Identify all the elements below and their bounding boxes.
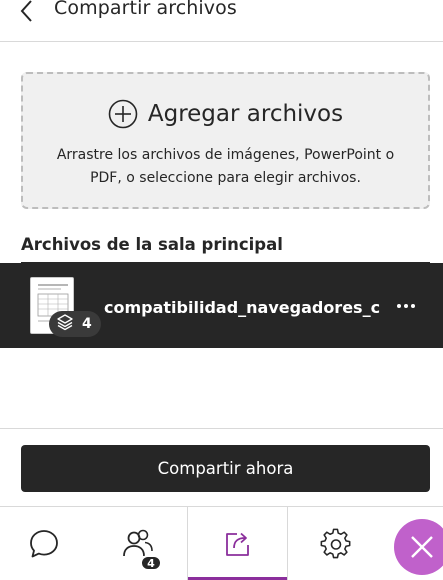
- participants-count-badge: 4: [140, 555, 162, 571]
- tab-settings[interactable]: [288, 507, 384, 580]
- chat-icon: [30, 530, 58, 558]
- panel-header: Compartir archivos: [0, 0, 443, 42]
- add-files-description: Arrastre los archivos de imágenes, Power…: [56, 147, 395, 186]
- bottom-tab-bar: 4: [0, 506, 443, 580]
- tab-participants[interactable]: [88, 507, 187, 580]
- tab-share-content[interactable]: [187, 507, 288, 580]
- layers-icon: [56, 313, 74, 335]
- file-list-item[interactable]: 4 compatibilidad_navegadores_c...: [0, 263, 443, 348]
- page-count-badge: 4: [49, 311, 101, 337]
- gear-icon: [320, 528, 351, 559]
- main-room-files-heading: Archivos de la sala principal: [21, 235, 283, 254]
- page-count: 4: [82, 316, 92, 332]
- add-files-title: Agregar archivos: [147, 101, 344, 127]
- more-horizontal-icon: [397, 304, 415, 308]
- add-files-dropzone[interactable]: Agregar archivos Arrastre los archivos d…: [21, 72, 430, 209]
- close-icon: [411, 536, 433, 558]
- share-now-button[interactable]: Compartir ahora: [21, 445, 430, 492]
- tab-chat[interactable]: [0, 507, 88, 580]
- file-name: compatibilidad_navegadores_c...: [104, 298, 380, 317]
- plus-circle-icon: [108, 99, 138, 129]
- dropzone-heading: Agregar archivos: [23, 99, 428, 129]
- more-options-button[interactable]: [392, 296, 420, 316]
- close-panel-button[interactable]: [394, 519, 443, 575]
- chevron-left-icon: [20, 0, 32, 22]
- page-title: Compartir archivos: [54, 0, 237, 19]
- share-footer: Compartir ahora: [0, 428, 443, 506]
- back-button[interactable]: [14, 0, 40, 28]
- share-content-icon: [225, 532, 249, 556]
